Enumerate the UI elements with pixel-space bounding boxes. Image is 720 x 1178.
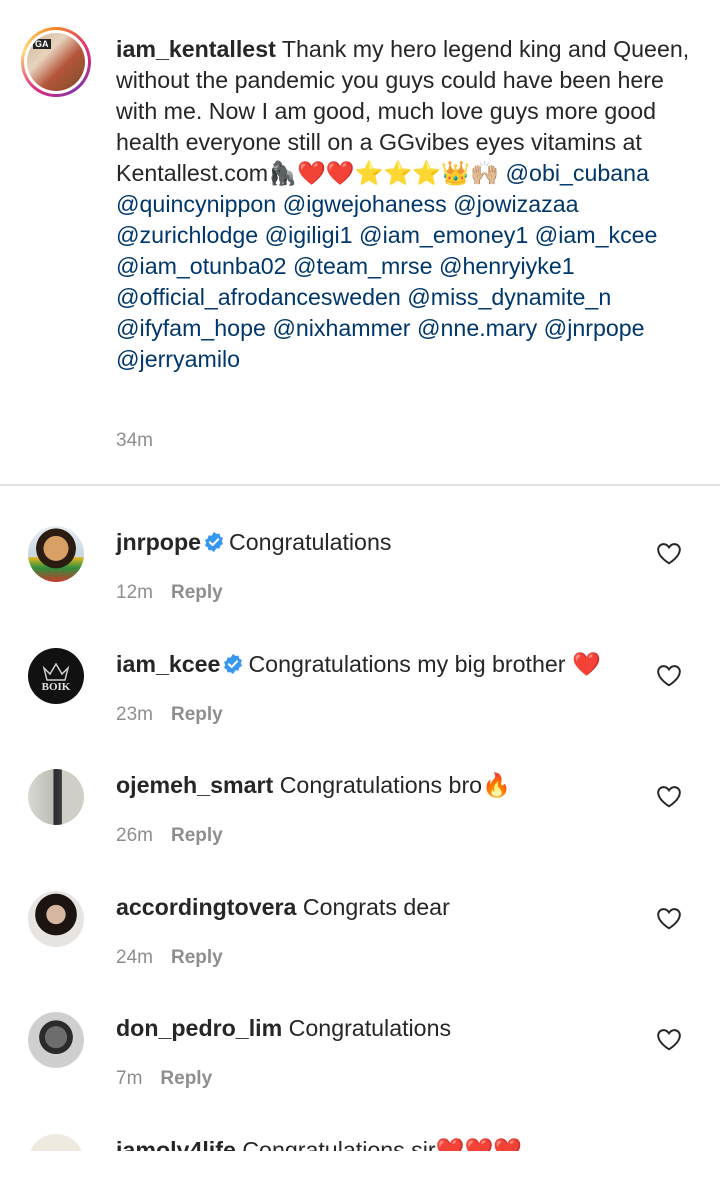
mention-link[interactable]: @zurichlodge — [116, 222, 258, 248]
avatar[interactable] — [28, 1134, 84, 1151]
caption-username[interactable]: iam_kentallest — [116, 36, 276, 62]
caption-timestamp: 34m — [116, 430, 153, 451]
reply-button[interactable]: Reply — [160, 1068, 212, 1089]
mention-link[interactable]: @iam_emoney1 — [359, 222, 528, 248]
mention-link[interactable]: @quincynippon — [116, 191, 276, 217]
like-heart-icon[interactable] — [656, 663, 682, 687]
mention-link[interactable]: @nixhammer — [272, 315, 410, 341]
reply-button[interactable]: Reply — [171, 947, 223, 968]
comment-username[interactable]: iam_kcee — [116, 651, 220, 677]
caption-avatar-story-ring[interactable]: GA — [21, 27, 91, 97]
mention-link[interactable]: @igwejohaness — [283, 191, 447, 217]
mention-link[interactable]: @obi_cubana — [506, 160, 649, 186]
comment-text: Congratulations my big brother ❤️ — [248, 651, 601, 677]
comment-item: iamoly4life Congratulations sir❤️❤️❤️ — [0, 1128, 720, 1151]
comment-item: jnrpope Congratulations 12m Reply — [0, 520, 720, 640]
comment-username[interactable]: jnrpope — [116, 529, 201, 555]
reply-button[interactable]: Reply — [171, 704, 223, 725]
like-heart-icon[interactable] — [656, 906, 682, 930]
comment-item: ojemeh_smart Congratulations bro🔥 26m Rep… — [0, 763, 720, 883]
comment-text: Congratulations bro🔥 — [279, 772, 511, 798]
mention-link[interactable]: @igiligi1 — [265, 222, 353, 248]
mention-link[interactable]: @jowizazaa — [453, 191, 578, 217]
avatar-logo-text: BOIK — [42, 681, 71, 693]
post-caption: GA iam_kentallest Thank my hero legend k… — [0, 0, 720, 484]
mention-link[interactable]: @iam_otunba02 — [116, 253, 287, 279]
mention-link[interactable]: @jnrpope — [544, 315, 645, 341]
caption-emojis: 🦍❤️❤️⭐⭐⭐👑🙌🏼 — [268, 160, 500, 186]
comment-timestamp: 24m — [116, 947, 153, 968]
verified-badge-icon — [205, 531, 224, 553]
comment-text: Congrats dear — [302, 894, 450, 920]
reply-button[interactable]: Reply — [171, 582, 223, 603]
mention-link[interactable]: @henryiyke1 — [439, 253, 575, 279]
mention-link[interactable]: @ifyfam_hope — [116, 315, 266, 341]
crown-logo-icon: BOIK — [42, 662, 71, 693]
like-heart-icon[interactable] — [656, 784, 682, 808]
mention-link[interactable]: @jerryamilo — [116, 346, 240, 372]
comment-username[interactable]: don_pedro_lim — [116, 1015, 282, 1041]
avatar[interactable]: BOIK — [28, 648, 84, 704]
caption-mentions: @obi_cubana @quincynippon @igwejohaness … — [116, 160, 657, 372]
avatar[interactable] — [28, 1012, 84, 1068]
comment-text: Congratulations sir❤️❤️❤️ — [242, 1137, 523, 1151]
comment-username[interactable]: accordingtovera — [116, 894, 296, 920]
comment-timestamp: 26m — [116, 825, 153, 846]
avatar[interactable] — [28, 769, 84, 825]
reply-button[interactable]: Reply — [171, 825, 223, 846]
avatar[interactable] — [28, 891, 84, 947]
like-heart-icon[interactable] — [656, 1027, 682, 1051]
divider — [0, 484, 720, 486]
comment-text: Congratulations — [229, 529, 392, 555]
avatar: GA — [27, 33, 85, 91]
like-heart-icon[interactable] — [656, 541, 682, 565]
caption-text: iam_kentallest Thank my hero legend king… — [116, 34, 701, 375]
mention-link[interactable]: @official_afrodancesweden — [116, 284, 401, 310]
comment-item: don_pedro_lim Congratulations 7m Reply — [0, 1006, 720, 1126]
verified-badge-icon — [224, 653, 243, 675]
avatar[interactable] — [28, 526, 84, 582]
mention-link[interactable]: @iam_kcee — [535, 222, 658, 248]
comment-timestamp: 23m — [116, 704, 153, 725]
comment-item: accordingtovera Congrats dear 24m Reply — [0, 885, 720, 1005]
comment-item: BOIK iam_kcee Congratulations my big brot… — [0, 642, 720, 762]
mention-link[interactable]: @team_mrse — [293, 253, 433, 279]
comment-username[interactable]: iamoly4life — [116, 1137, 236, 1151]
comment-username[interactable]: ojemeh_smart — [116, 772, 273, 798]
mention-link[interactable]: @nne.mary — [417, 315, 537, 341]
comment-text: Congratulations — [288, 1015, 452, 1041]
comment-timestamp: 7m — [116, 1068, 143, 1089]
mention-link[interactable]: @miss_dynamite_n — [407, 284, 611, 310]
comment-timestamp: 12m — [116, 582, 153, 603]
